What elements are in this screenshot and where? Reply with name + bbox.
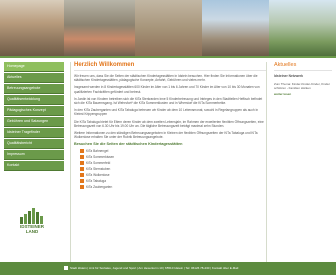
nav-item-gebuehren[interactable]: Gebühren und Satzungen (4, 117, 64, 127)
sidebar-nav: Homepage Aktuelles Betreuungsangebote Qu… (4, 62, 64, 172)
main-content: Herzlich Willkommen Wir freuen uns, dass… (70, 62, 267, 262)
kita-label: KiTa Sommerfeld (86, 160, 111, 165)
nav-item-tragefinder[interactable]: Idsteiner Tragefinder (4, 128, 64, 138)
page-title: Herzlich Willkommen (74, 62, 266, 71)
footer-contact: Stadt Idstein | Amt für Soziales, Jugend… (64, 266, 336, 270)
logo-line-2: LAND (25, 229, 39, 234)
logo-wordmark: IDSTEINER LAND (12, 224, 52, 234)
idsteiner-land-logo[interactable]: IDSTEINER LAND (12, 208, 52, 240)
paragraph: Weitere Informationen zu den ständigen B… (74, 131, 258, 140)
bullet-icon (80, 160, 84, 165)
bullet-icon (80, 184, 84, 189)
kita-label: KiTa Sommerkissen (86, 154, 115, 159)
banner-photo (0, 0, 64, 56)
paragraph: Die KiTa Tabaluga bietet für Eltern dere… (74, 119, 264, 128)
news-sidebar: Aktuelles Idsteiner Netzwerk Zum Thema: … (274, 62, 332, 96)
bullet-icon (80, 154, 84, 159)
kita-label: KiTa Wolkenlose (86, 172, 110, 177)
kita-link[interactable]: KiTa Bahnengel (80, 148, 266, 153)
intro-paragraph: Wir freuen uns, dass Sie die Seiten der … (74, 74, 258, 83)
bullet-icon (80, 166, 84, 171)
nav-item-impressum[interactable]: Impressum (4, 150, 64, 160)
kita-link[interactable]: KiTa Zaubergarten (80, 184, 266, 189)
paragraph: In Jardin ist von Kindern betreiben sich… (74, 96, 263, 106)
nav-item-paedagogisches-konzept[interactable]: Pädagogisches Konzept (4, 106, 64, 116)
square-icon (64, 266, 68, 270)
kita-link[interactable]: KiTa Sommerkissen (80, 154, 266, 159)
header-divider (0, 56, 336, 58)
bullet-icon (80, 178, 84, 183)
paragraph: In den KiTa Zauberganten und KiTa Tabalu… (74, 108, 259, 117)
kita-label: KiTa Bahnengel (86, 148, 109, 153)
banner-photo (64, 0, 135, 56)
kita-link[interactable]: KiTa Sommerfeld (80, 160, 266, 165)
banner-photo (269, 0, 336, 56)
nav-item-homepage[interactable]: Homepage (4, 62, 64, 72)
bullet-icon (80, 148, 84, 153)
footer: Stadt Idstein | Amt für Soziales, Jugend… (0, 262, 336, 275)
kita-link[interactable]: KiTa Tabaluga (80, 178, 266, 183)
nav-item-betreuungsangebote[interactable]: Betreuungsangebote (4, 84, 64, 94)
footer-text: Stadt Idstein | Amt für Soziales, Jugend… (70, 266, 239, 270)
city-skyline-icon (20, 208, 43, 224)
kita-label: KiTa Tabaluga (86, 178, 106, 183)
news-title: Aktuelles (274, 62, 332, 71)
kita-link[interactable]: KiTa Wolkenlose (80, 172, 266, 177)
nav-item-kontakt[interactable]: Kontakt (4, 161, 64, 171)
news-headline[interactable]: Idsteiner Netzwerk (274, 74, 332, 78)
nav-item-qualitaetsbericht[interactable]: Qualitätsbericht (4, 139, 64, 149)
kita-link[interactable]: KiTa Sternstuben (80, 166, 266, 171)
news-teaser: Zum Thema: Kinder-Kinder-Kinder, Kinder … (274, 82, 330, 90)
kita-label: KiTa Sternstuben (86, 166, 111, 171)
header-banner (0, 0, 336, 56)
bullet-icon (80, 172, 84, 177)
paragraph: Insgesamt werden in 8 Kindertagesstätten… (74, 85, 260, 94)
nav-item-qualitaetsentwicklung[interactable]: Qualitätsentwicklung (4, 95, 64, 105)
banner-photo (135, 0, 202, 56)
kita-label: KiTa Zaubergarten (86, 184, 113, 189)
nav-item-aktuelles[interactable]: Aktuelles (4, 73, 64, 83)
banner-photo (202, 0, 269, 56)
kita-list-title: Besuchen Sie die Seiten der städtischen … (74, 142, 183, 147)
read-more-link[interactable]: weiter lesen (274, 92, 332, 96)
